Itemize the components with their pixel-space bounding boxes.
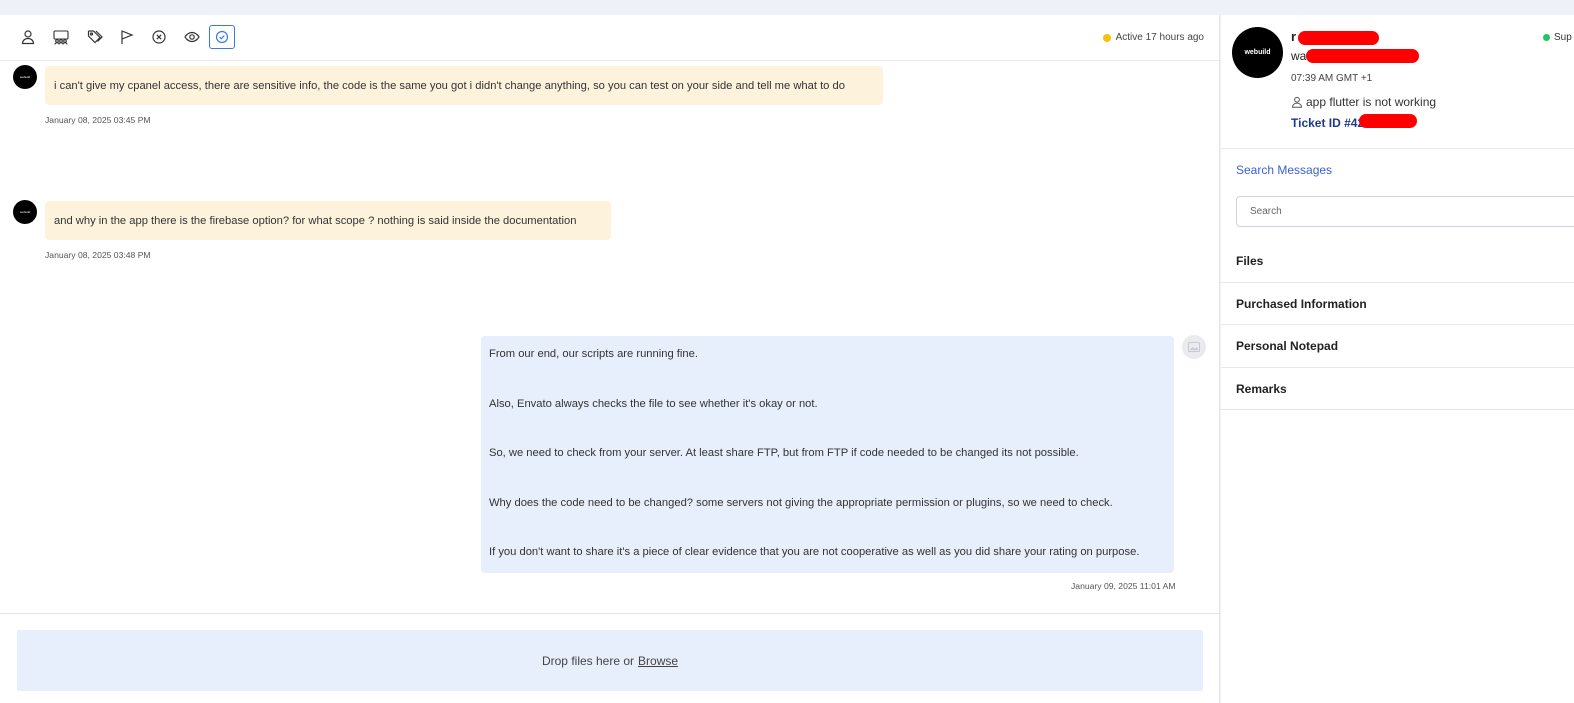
ticket-subject-text: app flutter is not working xyxy=(1306,95,1437,109)
online-dot-icon xyxy=(1543,34,1550,41)
browse-link[interactable]: Browse xyxy=(638,654,678,668)
active-status: Active 17 hours ago xyxy=(1102,32,1204,43)
online-status-text: Sup xyxy=(1554,32,1572,43)
reply-paragraph: If you don't want to share it's a piece … xyxy=(489,546,1140,559)
reply-paragraph: Also, Envato always checks the file to s… xyxy=(489,397,818,410)
avatar: webuild xyxy=(13,65,37,89)
divider xyxy=(1221,324,1574,325)
chat-toolbar: Active 17 hours ago xyxy=(0,15,1220,61)
section-remarks[interactable]: Remarks xyxy=(1236,382,1287,396)
reply-paragraph: From our end, our scripts are running fi… xyxy=(489,348,698,360)
message-timestamp: January 08, 2025 03:45 PM xyxy=(45,115,151,125)
divider xyxy=(1221,282,1574,283)
avatar-label: webuild xyxy=(19,75,31,79)
reply-paragraph: Why does the code need to be changed? so… xyxy=(489,496,1113,509)
message-bubble: i can't give my cpanel access, there are… xyxy=(45,66,883,105)
avatar-label: webuild xyxy=(19,210,31,214)
customer-name: r xyxy=(1291,29,1297,44)
message-timestamp: January 09, 2025 11:01 AM xyxy=(1071,581,1176,591)
ticket-id: Ticket ID #42 xyxy=(1291,116,1365,130)
customer-avatar: webuild xyxy=(1232,27,1283,78)
section-files[interactable]: Files xyxy=(1236,254,1263,268)
message-bubble: and why in the app there is the firebase… xyxy=(45,201,611,240)
eye-icon[interactable] xyxy=(179,25,205,49)
status-text: Active 17 hours ago xyxy=(1115,32,1204,43)
group-icon[interactable] xyxy=(48,25,74,49)
avatar: webuild xyxy=(13,200,37,224)
user-icon[interactable] xyxy=(15,25,41,49)
image-placeholder-icon xyxy=(1188,342,1200,352)
search-input[interactable] xyxy=(1236,196,1574,227)
online-status: Sup xyxy=(1543,32,1572,43)
redaction-mark xyxy=(1359,114,1417,128)
reply-bubble: From our end, our scripts are running fi… xyxy=(481,336,1174,573)
ticket-subject: app flutter is not working xyxy=(1291,95,1436,109)
ticket-sidebar: webuild r wa 07:39 AM GMT +1 app flutter… xyxy=(1221,15,1574,703)
section-purchased-information[interactable]: Purchased Information xyxy=(1236,297,1367,311)
reply-paragraph: So, we need to check from your server. A… xyxy=(489,447,1079,460)
status-dot-icon xyxy=(1102,33,1111,42)
redaction-mark xyxy=(1298,31,1379,45)
message-text: i can't give my cpanel access, there are… xyxy=(54,79,845,92)
customer-local-time: 07:39 AM GMT +1 xyxy=(1291,73,1373,84)
message-text: and why in the app there is the firebase… xyxy=(54,214,577,227)
section-personal-notepad[interactable]: Personal Notepad xyxy=(1236,339,1338,353)
close-circle-icon[interactable] xyxy=(146,25,172,49)
tags-icon[interactable] xyxy=(82,25,108,49)
user-icon xyxy=(1292,96,1302,108)
customer-email: wa xyxy=(1291,49,1307,63)
agent-avatar xyxy=(1182,335,1206,359)
redaction-mark xyxy=(1306,49,1419,63)
dropzone-text: Drop files here or xyxy=(541,653,635,668)
flag-icon[interactable] xyxy=(114,25,140,49)
composer-divider xyxy=(0,613,1220,614)
divider xyxy=(1221,409,1574,410)
divider xyxy=(1221,367,1574,368)
file-dropzone[interactable]: Drop files here or Browse xyxy=(17,630,1203,691)
chat-panel: Active 17 hours ago webuild i can't give… xyxy=(0,15,1220,703)
check-circle-icon[interactable] xyxy=(209,25,235,49)
avatar-label: webuild xyxy=(1244,49,1271,56)
message-timestamp: January 08, 2025 03:48 PM xyxy=(45,250,151,260)
search-messages-title: Search Messages xyxy=(1236,163,1333,177)
divider xyxy=(1221,148,1574,149)
